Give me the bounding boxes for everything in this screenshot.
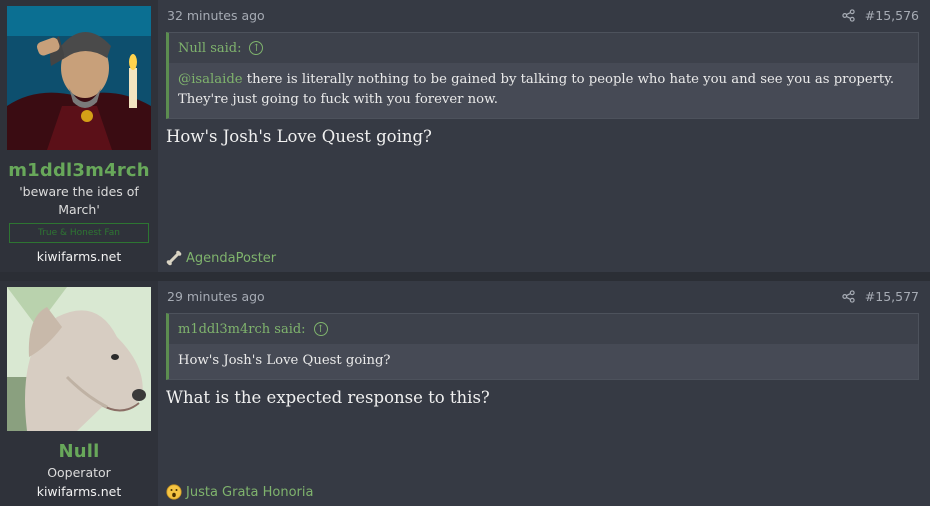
quote-block: Null said: ↑ @isalaide there is literall… [166, 32, 919, 119]
share-icon[interactable] [842, 289, 855, 303]
quote-text: there is literally nothing to be gained … [178, 72, 895, 107]
username[interactable]: Null [58, 441, 99, 462]
user-site: kiwifarms.net [36, 484, 122, 499]
bone-icon [166, 250, 182, 266]
quote-author[interactable]: m1ddl3m4rch said: [178, 322, 306, 337]
post-meta: 29 minutes ago #15,577 [167, 287, 919, 305]
user-info: m1ddl3m4rch 'beware the ides of March' T… [0, 0, 158, 272]
share-icon[interactable] [842, 8, 855, 22]
post-number[interactable]: #15,577 [865, 289, 919, 304]
user-title: 'beware the ides of March' [19, 184, 139, 217]
user-mention[interactable]: @isalaide [178, 72, 243, 87]
quote-header: Null said: ↑ [169, 33, 918, 63]
reaction-summary[interactable]: AgendaPoster [166, 250, 276, 266]
post-15577: Null Ooperator kiwifarms.net 29 minutes … [0, 281, 930, 506]
reaction-label[interactable]: AgendaPoster [186, 251, 276, 266]
quote-author[interactable]: Null said: [178, 41, 241, 56]
quote-block: m1ddl3m4rch said: ↑ How's Josh's Love Qu… [166, 313, 919, 380]
surprised-emoji-icon [166, 484, 182, 500]
user-title: Ooperator [47, 465, 111, 480]
post-number[interactable]: #15,576 [865, 8, 919, 23]
arrow-up-icon[interactable]: ↑ [313, 322, 328, 336]
quote-header: m1ddl3m4rch said: ↑ [169, 314, 918, 344]
avatar[interactable] [7, 287, 151, 431]
arrow-up-icon[interactable]: ↑ [249, 41, 264, 55]
post-15576: m1ddl3m4rch 'beware the ides of March' T… [0, 0, 930, 272]
quote-body: How's Josh's Love Quest going? [169, 344, 918, 379]
post-main: 32 minutes ago #15,576 Null said: ↑ @isa… [158, 0, 930, 272]
user-banner: True & Honest Fan [9, 223, 149, 243]
user-info: Null Ooperator kiwifarms.net [0, 281, 158, 506]
reaction-label[interactable]: Justa Grata Honoria [186, 485, 313, 500]
avatar[interactable] [7, 6, 151, 150]
user-site: kiwifarms.net [36, 249, 122, 264]
post-meta: 32 minutes ago #15,576 [167, 6, 919, 24]
post-body: How's Josh's Love Quest going? [166, 127, 432, 146]
post-main: 29 minutes ago #15,577 m1ddl3m4rch said:… [158, 281, 930, 506]
post-timestamp[interactable]: 32 minutes ago [167, 8, 265, 23]
post-timestamp[interactable]: 29 minutes ago [167, 289, 265, 304]
post-body: What is the expected response to this? [166, 388, 490, 407]
username[interactable]: m1ddl3m4rch [8, 160, 150, 181]
reaction-summary[interactable]: Justa Grata Honoria [166, 484, 313, 500]
quote-text: How's Josh's Love Quest going? [178, 353, 391, 368]
quote-body: @isalaide there is literally nothing to … [169, 63, 918, 118]
